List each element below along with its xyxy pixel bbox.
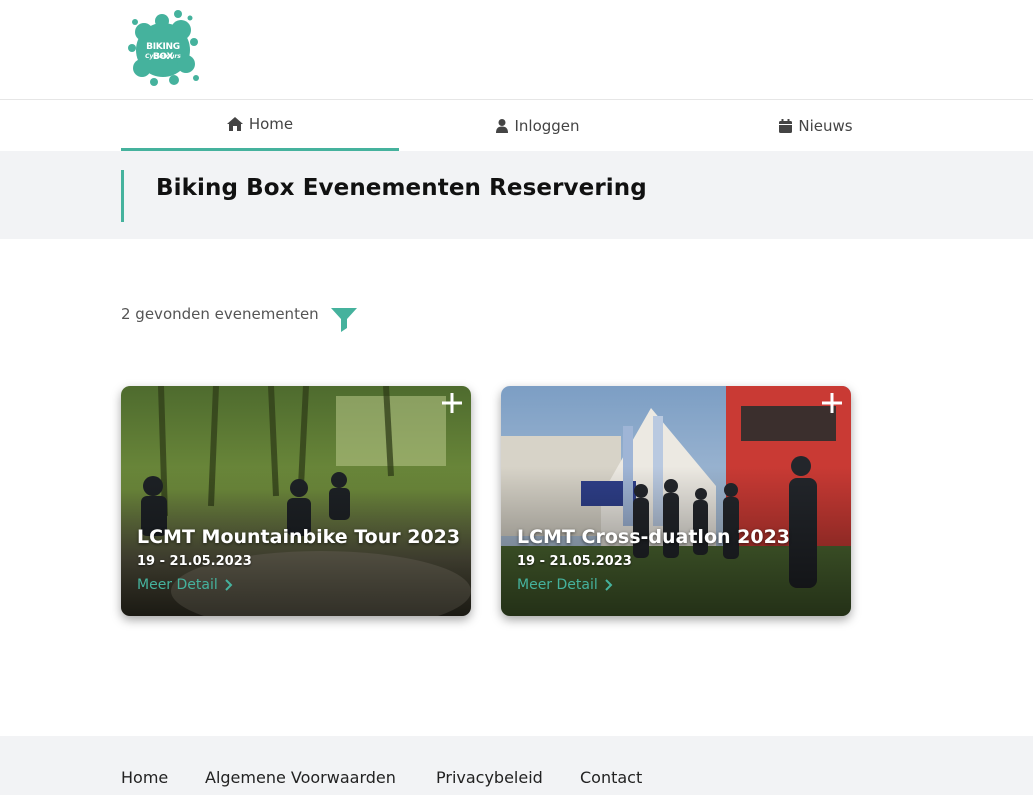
event-title: LCMT Mountainbike Tour 2023 [137,526,461,548]
event-card[interactable]: LCMT Cross-duatlon 2023 19 - 21.05.2023 … [501,386,851,616]
footer-link-home[interactable]: Home [121,768,168,787]
user-icon [496,118,509,133]
footer-link-contact[interactable]: Contact [580,768,642,787]
main-nav: Home Inloggen Nieuws [0,100,1033,151]
paint-splash-logo-icon [128,10,199,86]
event-date: 19 - 21.05.2023 [137,554,252,569]
result-count: 2 gevonden evenementen [121,305,319,323]
nav-item-nieuws[interactable]: Nieuws [677,100,955,151]
chevron-right-icon [605,579,613,591]
footer-link-privacy[interactable]: Privacybeleid [436,768,543,787]
page-title-band: Biking Box Evenementen Reservering [0,151,1033,239]
site-header: BIKING BOX Cycletours [0,0,1033,100]
more-detail-link[interactable]: Meer Detail [517,577,613,593]
filter-icon[interactable] [331,308,357,332]
more-detail-link[interactable]: Meer Detail [137,577,233,593]
home-icon [226,117,243,131]
plus-icon[interactable] [821,392,843,414]
chevron-right-icon [225,579,233,591]
nav-item-inloggen[interactable]: Inloggen [399,100,677,151]
nav-item-label: Home [248,115,294,133]
event-title: LCMT Cross-duatlon 2023 [517,526,791,548]
nav-item-label: Nieuws [798,116,853,135]
calendar-icon [779,118,793,133]
nav-item-home[interactable]: Home [121,100,399,151]
event-date: 19 - 21.05.2023 [517,554,632,569]
site-logo[interactable]: BIKING BOX Cycletours [124,8,202,88]
nav-item-label: Inloggen [514,116,580,135]
more-detail-label: Meer Detail [137,577,218,593]
footer-link-voorwaarden[interactable]: Algemene Voorwaarden [205,768,396,787]
more-detail-label: Meer Detail [517,577,598,593]
title-accent-bar [121,170,124,222]
page-title: Biking Box Evenementen Reservering [156,175,647,201]
event-card[interactable]: LCMT Mountainbike Tour 2023 19 - 21.05.2… [121,386,471,616]
site-footer: Home Algemene Voorwaarden Privacybeleid … [0,736,1033,795]
plus-icon[interactable] [441,392,463,414]
